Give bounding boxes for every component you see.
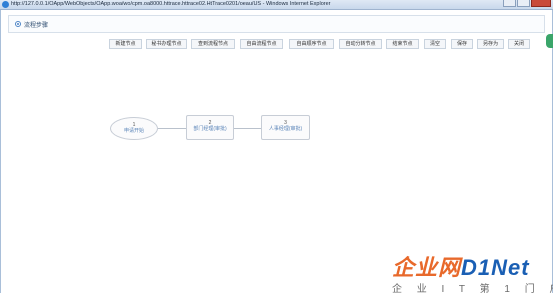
flow-node-start[interactable]: 1 申请开始 — [110, 117, 158, 140]
maximize-button[interactable] — [517, 0, 530, 7]
watermark-logo: 企业网D1Net — [392, 255, 530, 280]
browser-icon — [2, 1, 9, 8]
window-controls — [503, 0, 551, 8]
window-title: http://127.0.0.1/OApp/WebObjects/OApp.wo… — [11, 1, 331, 7]
flow-edge — [234, 128, 261, 129]
flow-edge — [158, 128, 186, 129]
flow-node-task[interactable]: 2 部门经理(审批) — [186, 115, 234, 140]
node-label: 申请开始 — [123, 128, 144, 134]
flow-node-task[interactable]: 3 人事经理(审批) — [261, 115, 310, 140]
close-button[interactable]: 关闭 — [508, 39, 530, 49]
close-window-button[interactable] — [531, 0, 551, 7]
minimize-button[interactable] — [503, 0, 516, 7]
node-label: 人事经理(审批) — [268, 126, 303, 132]
end-node-button[interactable]: 结束节点 — [386, 39, 419, 49]
save-as-button[interactable]: 另存为 — [477, 39, 504, 49]
free-sequence-node-button[interactable]: 自由顺序节点 — [289, 39, 334, 49]
side-panel-tab[interactable] — [546, 34, 553, 48]
lookup-flow-node-button[interactable]: 查到流程节点 — [191, 39, 235, 49]
free-flow-node-button[interactable]: 自由流程节点 — [240, 39, 283, 49]
save-button[interactable]: 保存 — [451, 39, 473, 49]
node-label: 部门经理(审批) — [193, 126, 227, 132]
page-title: 流程步骤 — [24, 23, 49, 29]
auto-branch-node-button[interactable]: 自动分转节点 — [339, 39, 382, 49]
secretary-node-button[interactable]: 秘书办理节点 — [146, 39, 187, 49]
window-frame-left — [0, 10, 1, 293]
clear-button[interactable]: 清空 — [424, 39, 446, 49]
watermark: 企业网D1Net 企 业 I T 第 1 门 户 — [392, 250, 553, 295]
page-header: 流程步骤 — [8, 15, 545, 33]
window-titlebar: http://127.0.0.1/OApp/WebObjects/OApp.wo… — [0, 0, 553, 10]
step-icon — [15, 21, 21, 27]
new-node-button[interactable]: 新建节点 — [109, 39, 142, 49]
